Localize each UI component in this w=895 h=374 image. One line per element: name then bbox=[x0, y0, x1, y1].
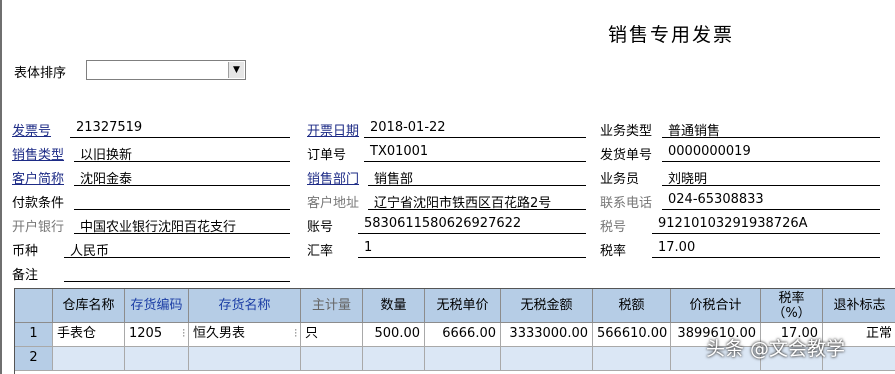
table-cell-text: 1205 bbox=[129, 326, 163, 341]
order-no-underline bbox=[364, 161, 586, 162]
customer-address-underline bbox=[368, 209, 586, 210]
invoice-no-underline bbox=[70, 137, 290, 138]
currency-underline bbox=[64, 257, 290, 258]
tax-no-underline bbox=[652, 233, 880, 234]
tax-rate-value[interactable]: 17.00 bbox=[658, 240, 695, 255]
column-header[interactable]: 仓库名称 bbox=[53, 289, 125, 323]
order-no-value[interactable]: TX01001 bbox=[370, 144, 428, 159]
table-cell[interactable]: 手表仓 bbox=[53, 323, 125, 347]
tax-rate-underline bbox=[652, 257, 880, 258]
column-header[interactable]: 无税单价 bbox=[425, 289, 501, 323]
chevron-down-icon[interactable]: ▼ bbox=[228, 62, 244, 78]
table-cell[interactable] bbox=[53, 347, 125, 371]
contact-phone-value[interactable]: 024-65308833 bbox=[668, 192, 764, 207]
delivery-no-underline bbox=[662, 161, 880, 162]
business-type-underline bbox=[662, 137, 880, 138]
payment-terms-underline bbox=[74, 209, 290, 210]
column-header[interactable]: 价税合计 bbox=[671, 289, 761, 323]
column-header[interactable]: 存货名称 bbox=[189, 289, 301, 323]
contact-phone-underline bbox=[662, 209, 880, 210]
invoice-no-value[interactable]: 21327519 bbox=[76, 120, 142, 135]
account-label: 账号 bbox=[307, 220, 334, 235]
account-underline bbox=[358, 233, 586, 234]
column-header[interactable]: 税额 bbox=[593, 289, 671, 323]
table-cell[interactable] bbox=[363, 347, 425, 371]
remark-underline bbox=[64, 281, 290, 282]
column-header[interactable]: 无税金额 bbox=[501, 289, 593, 323]
business-type-label: 业务类型 bbox=[600, 124, 653, 139]
customer-short-label[interactable]: 客户简称 bbox=[12, 168, 64, 187]
table-cell-text: 恒久男表 bbox=[193, 326, 246, 341]
sort-label: 表体排序 bbox=[14, 66, 67, 81]
sort-select[interactable]: ▼ bbox=[86, 60, 246, 80]
exchange-rate-value[interactable]: 1 bbox=[364, 240, 372, 255]
column-header[interactable]: 退补标志 bbox=[823, 289, 895, 323]
table-cell[interactable] bbox=[125, 347, 189, 371]
tax-no-label: 税号 bbox=[600, 220, 627, 235]
table-cell[interactable] bbox=[301, 347, 363, 371]
table-cell[interactable]: 6666.00 bbox=[425, 323, 501, 347]
salesperson-underline bbox=[662, 185, 880, 186]
salesperson-label: 业务员 bbox=[600, 172, 640, 187]
order-no-label: 订单号 bbox=[307, 148, 347, 163]
watermark-text: 头条 @文会教学 bbox=[706, 338, 846, 360]
table-cell[interactable] bbox=[425, 347, 501, 371]
account-value[interactable]: 5830611580626927622 bbox=[364, 216, 521, 231]
column-header[interactable]: 存货编码 bbox=[125, 289, 189, 323]
table-cell[interactable]: 566610.00 bbox=[593, 323, 671, 347]
bank-label: 开户银行 bbox=[12, 220, 65, 235]
sales-type-underline bbox=[74, 161, 290, 162]
row-number-header bbox=[15, 289, 53, 323]
paperclip-icon[interactable]: ⫶ bbox=[294, 323, 297, 345]
exchange-rate-underline bbox=[358, 257, 586, 258]
sales-dept-underline bbox=[368, 185, 586, 186]
customer-address-label: 客户地址 bbox=[307, 196, 360, 211]
exchange-rate-label: 汇率 bbox=[307, 244, 334, 259]
paperclip-icon[interactable]: ⫶ bbox=[182, 323, 185, 345]
sales-type-label[interactable]: 销售类型 bbox=[12, 144, 64, 163]
contact-phone-label: 联系电话 bbox=[600, 196, 653, 211]
table-cell[interactable] bbox=[593, 347, 671, 371]
tax-rate-label: 税率 bbox=[600, 244, 627, 259]
table-cell[interactable]: 1205 ⫶ bbox=[125, 323, 189, 347]
table-cell[interactable] bbox=[501, 347, 593, 371]
invoice-detail-table: 仓库名称 存货编码 存货名称 主计量 数量 无税单价 无税金额 税额 价税合计 … bbox=[14, 288, 895, 374]
table-cell[interactable]: 500.00 bbox=[363, 323, 425, 347]
bank-underline bbox=[74, 233, 290, 234]
column-header[interactable]: 数量 bbox=[363, 289, 425, 323]
remark-label: 备注 bbox=[12, 268, 39, 283]
invoice-date-label[interactable]: 开票日期 bbox=[307, 120, 359, 139]
tax-no-value[interactable]: 91210103291938726A bbox=[658, 216, 808, 231]
table-cell[interactable]: 只 bbox=[301, 323, 363, 347]
delivery-no-label: 发货单号 bbox=[600, 148, 653, 163]
column-header[interactable]: 主计量 bbox=[301, 289, 363, 323]
row-number[interactable]: 2 bbox=[15, 347, 53, 371]
customer-short-underline bbox=[74, 185, 290, 186]
currency-label: 币种 bbox=[12, 244, 39, 259]
invoice-date-underline bbox=[364, 137, 586, 138]
column-header[interactable]: 税率（%） bbox=[761, 289, 823, 323]
window-left-border bbox=[0, 0, 2, 374]
page-title: 销售专用发票 bbox=[608, 24, 735, 46]
table-cell[interactable]: 恒久男表 ⫶ bbox=[189, 323, 301, 347]
payment-terms-label: 付款条件 bbox=[12, 196, 65, 211]
delivery-no-value[interactable]: 0000000019 bbox=[668, 144, 751, 159]
sales-dept-label[interactable]: 销售部门 bbox=[307, 168, 359, 187]
invoice-no-label[interactable]: 发票号 bbox=[12, 120, 51, 139]
table-cell[interactable]: 3333000.00 bbox=[501, 323, 593, 347]
invoice-date-value[interactable]: 2018-01-22 bbox=[370, 120, 446, 135]
row-number[interactable]: 1 bbox=[15, 323, 53, 347]
table-cell[interactable] bbox=[189, 347, 301, 371]
